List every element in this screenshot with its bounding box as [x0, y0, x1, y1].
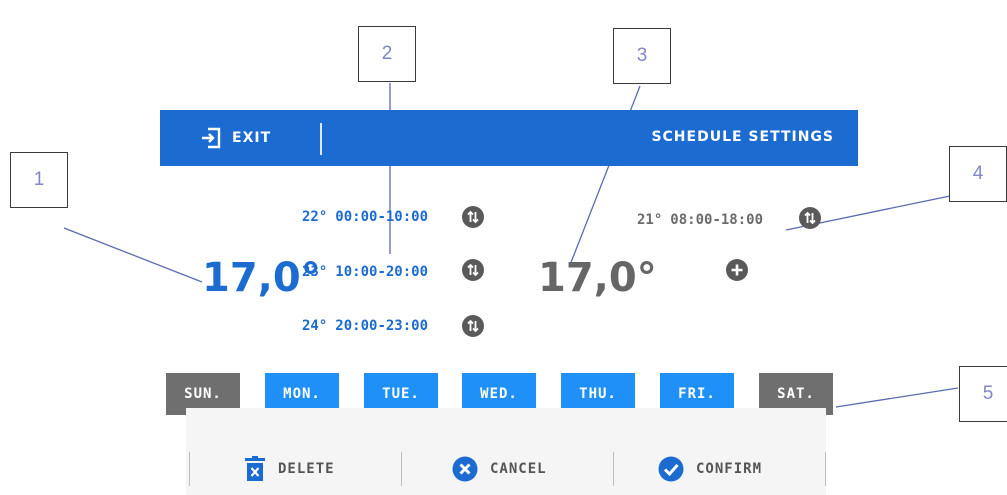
- exit-label: EXIT: [232, 130, 272, 146]
- callout-box-4: 4: [949, 146, 1007, 202]
- action-divider: [613, 452, 614, 486]
- swap-arrows-icon[interactable]: [462, 206, 484, 228]
- callout-box-2: 2: [358, 26, 416, 82]
- period-3-temp: 24°: [302, 318, 328, 334]
- x-circle-icon: [452, 456, 478, 482]
- exit-button[interactable]: EXIT: [200, 124, 271, 152]
- header-divider: [320, 123, 322, 155]
- action-divider: [825, 452, 826, 486]
- swap-arrows-icon[interactable]: [462, 259, 484, 281]
- period-2-range: 10:00-20:00: [335, 264, 429, 280]
- check-circle-icon: [658, 456, 684, 482]
- plus-icon[interactable]: [726, 259, 748, 281]
- cancel-button[interactable]: CANCEL: [452, 456, 547, 482]
- confirm-button[interactable]: CONFIRM: [658, 456, 762, 482]
- period-3-range: 20:00-23:00: [335, 318, 429, 334]
- trash-icon: [245, 456, 265, 481]
- page-title: SCHEDULE SETTINGS: [651, 129, 834, 145]
- period-row-1[interactable]: 22° 00:00-10:00: [302, 209, 428, 225]
- exit-icon: [202, 127, 221, 149]
- callout-box-3: 3: [613, 28, 671, 84]
- swap-arrows-icon[interactable]: [799, 207, 821, 229]
- action-divider: [401, 452, 402, 486]
- other-period-temp: 21°: [637, 212, 663, 228]
- confirm-label: CONFIRM: [696, 461, 763, 477]
- period-2-temp: 23°: [302, 264, 328, 280]
- period-row-3[interactable]: 24° 20:00-23:00: [302, 318, 428, 334]
- action-bar: DELETE CANCEL CONFIRM: [186, 408, 826, 495]
- leader-line-5: [835, 387, 959, 408]
- callout-box-1: 1: [10, 152, 68, 208]
- header-bar: EXIT SCHEDULE SETTINGS: [160, 110, 858, 166]
- leader-line-1: [63, 227, 203, 283]
- delete-label: DELETE: [278, 461, 335, 477]
- period-1-range: 00:00-10:00: [335, 209, 429, 225]
- other-temperature: 17,0°: [538, 255, 657, 301]
- delete-button[interactable]: DELETE: [244, 456, 335, 482]
- period-1-temp: 22°: [302, 209, 328, 225]
- action-divider: [189, 452, 190, 486]
- other-period-row[interactable]: 21° 08:00-18:00: [637, 212, 763, 228]
- other-period-range: 08:00-18:00: [670, 212, 764, 228]
- period-row-2[interactable]: 23° 10:00-20:00: [302, 264, 428, 280]
- swap-arrows-icon[interactable]: [462, 315, 484, 337]
- callout-box-5: 5: [959, 366, 1007, 422]
- cancel-label: CANCEL: [490, 461, 547, 477]
